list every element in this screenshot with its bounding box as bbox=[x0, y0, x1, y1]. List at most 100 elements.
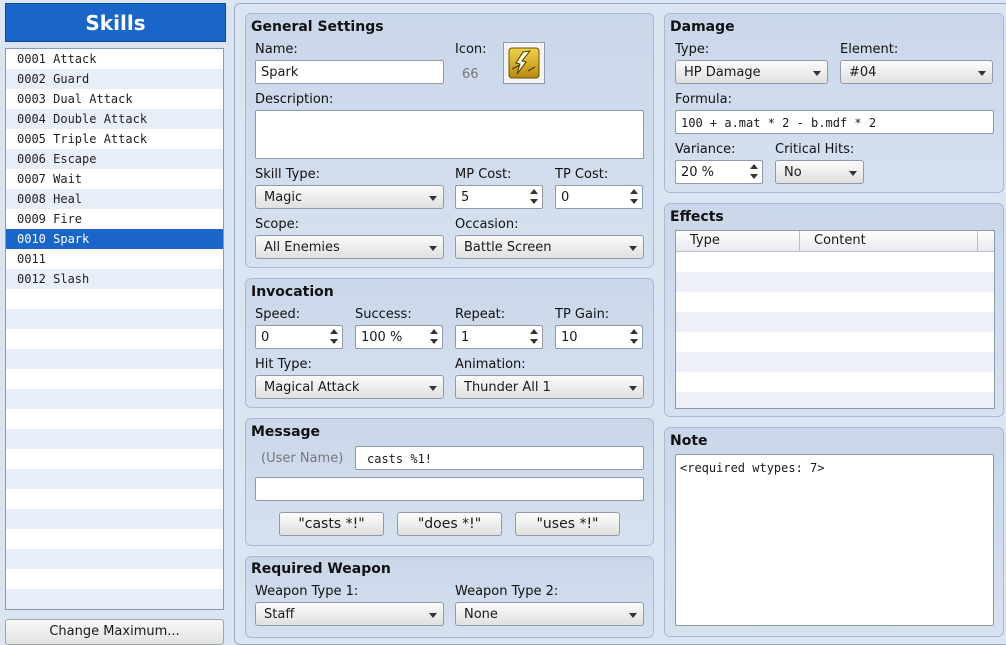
skill-list-item[interactable]: 0005 Triple Attack bbox=[6, 129, 223, 149]
skill-list-item[interactable] bbox=[6, 469, 223, 489]
spin-arrows-icon[interactable] bbox=[430, 329, 438, 345]
note-panel: Note <required wtypes: 7> bbox=[664, 427, 1004, 637]
repeat-value: 1 bbox=[461, 330, 470, 345]
skill-list-item[interactable] bbox=[6, 329, 223, 349]
skill-list-item[interactable]: 0006 Escape bbox=[6, 149, 223, 169]
variance-stepper[interactable]: 20 % bbox=[675, 160, 763, 184]
change-maximum-label: Change Maximum... bbox=[49, 624, 180, 639]
spin-arrows-icon[interactable] bbox=[530, 189, 538, 205]
weapon-type2-select[interactable]: None bbox=[455, 602, 644, 626]
chevron-down-icon bbox=[629, 613, 637, 618]
variance-value: 20 % bbox=[681, 165, 715, 180]
skill-list-item[interactable] bbox=[6, 569, 223, 589]
skill-list-item[interactable] bbox=[6, 289, 223, 309]
casts-button[interactable]: "casts *!" bbox=[279, 512, 384, 536]
skill-list-item[interactable] bbox=[6, 429, 223, 449]
effects-table-row[interactable] bbox=[676, 272, 994, 292]
skill-type-select[interactable]: Magic bbox=[255, 185, 444, 209]
skill-list-item[interactable] bbox=[6, 369, 223, 389]
animation-value: Thunder All 1 bbox=[464, 380, 551, 395]
skill-list-item[interactable] bbox=[6, 529, 223, 549]
message-line1-input[interactable]: casts %1! bbox=[355, 446, 644, 470]
spin-arrows-icon[interactable] bbox=[750, 164, 758, 180]
skill-list-item[interactable] bbox=[6, 309, 223, 329]
skill-list-item[interactable]: 0008 Heal bbox=[6, 189, 223, 209]
effects-table-row[interactable] bbox=[676, 392, 994, 408]
does-button[interactable]: "does *!" bbox=[397, 512, 502, 536]
effects-table-row[interactable] bbox=[676, 332, 994, 352]
user-name-label: (User Name) bbox=[261, 451, 344, 466]
hit-type-value: Magical Attack bbox=[264, 380, 360, 395]
animation-label: Animation: bbox=[455, 357, 526, 372]
hit-type-select[interactable]: Magical Attack bbox=[255, 375, 444, 399]
effects-table-row[interactable] bbox=[676, 312, 994, 332]
repeat-stepper[interactable]: 1 bbox=[455, 325, 543, 349]
effects-table-row[interactable] bbox=[676, 252, 994, 272]
spin-arrows-icon[interactable] bbox=[630, 329, 638, 345]
effects-table[interactable]: Type Content bbox=[675, 230, 995, 409]
spin-arrows-icon[interactable] bbox=[530, 329, 538, 345]
skill-list-item[interactable]: 0003 Dual Attack bbox=[6, 89, 223, 109]
critical-hits-label: Critical Hits: bbox=[775, 142, 855, 157]
message-line2-input[interactable] bbox=[255, 477, 644, 501]
skill-list-item[interactable]: 0007 Wait bbox=[6, 169, 223, 189]
skill-list-item[interactable]: 0012 Slash bbox=[6, 269, 223, 289]
description-input[interactable] bbox=[255, 110, 644, 159]
effects-col-type[interactable]: Type bbox=[676, 231, 800, 251]
spin-arrows-icon[interactable] bbox=[630, 189, 638, 205]
skill-list-item[interactable] bbox=[6, 409, 223, 429]
skill-list-item[interactable] bbox=[6, 589, 223, 609]
skills-header: Skills bbox=[5, 3, 226, 42]
formula-input[interactable]: 100 + a.mat * 2 - b.mdf * 2 bbox=[675, 110, 994, 134]
mp-cost-value: 5 bbox=[461, 190, 470, 205]
effects-table-row[interactable] bbox=[676, 352, 994, 372]
skill-list-item[interactable] bbox=[6, 489, 223, 509]
skill-list[interactable]: 0001 Attack 0002 Guard 0003 Dual Attack 000… bbox=[5, 48, 224, 610]
speed-stepper[interactable]: 0 bbox=[255, 325, 343, 349]
icon-picker[interactable] bbox=[503, 42, 545, 84]
uses-button[interactable]: "uses *!" bbox=[515, 512, 620, 536]
skill-list-item[interactable]: 0002 Guard bbox=[6, 69, 223, 89]
element-value: #04 bbox=[849, 65, 877, 80]
mp-cost-stepper[interactable]: 5 bbox=[455, 185, 543, 209]
animation-select[interactable]: Thunder All 1 bbox=[455, 375, 644, 399]
skill-list-item[interactable] bbox=[6, 509, 223, 529]
critical-hits-select[interactable]: No bbox=[775, 160, 864, 184]
skill-list-item[interactable] bbox=[6, 349, 223, 369]
skill-list-item[interactable] bbox=[6, 549, 223, 569]
damage-type-select[interactable]: HP Damage bbox=[675, 60, 828, 84]
formula-label: Formula: bbox=[675, 92, 732, 107]
name-label: Name: bbox=[255, 42, 298, 57]
weapon-type1-select[interactable]: Staff bbox=[255, 602, 444, 626]
name-input[interactable]: Spark bbox=[255, 60, 444, 84]
spin-arrows-icon[interactable] bbox=[330, 329, 338, 345]
chevron-down-icon bbox=[429, 246, 437, 251]
skill-list-item[interactable]: 0009 Fire bbox=[6, 209, 223, 229]
scope-select[interactable]: All Enemies bbox=[255, 235, 444, 259]
success-stepper[interactable]: 100 % bbox=[355, 325, 443, 349]
effects-table-row[interactable] bbox=[676, 292, 994, 312]
note-textarea[interactable]: <required wtypes: 7> bbox=[675, 454, 994, 626]
element-select[interactable]: #04 bbox=[840, 60, 993, 84]
tp-gain-stepper[interactable]: 10 bbox=[555, 325, 643, 349]
variance-label: Variance: bbox=[675, 142, 736, 157]
tp-gain-label: TP Gain: bbox=[555, 307, 610, 322]
skill-list-item[interactable]: 0004 Double Attack bbox=[6, 109, 223, 129]
occasion-select[interactable]: Battle Screen bbox=[455, 235, 644, 259]
change-maximum-button[interactable]: Change Maximum... bbox=[5, 619, 224, 645]
weapon-type1-value: Staff bbox=[264, 607, 295, 622]
damage-title: Damage bbox=[670, 19, 735, 35]
skill-list-item[interactable]: 0001 Attack bbox=[6, 49, 223, 69]
tp-cost-value: 0 bbox=[561, 190, 570, 205]
effects-col-content[interactable]: Content bbox=[800, 231, 978, 251]
effects-table-row[interactable] bbox=[676, 372, 994, 392]
skill-list-item[interactable]: 0011 bbox=[6, 249, 223, 269]
effects-title: Effects bbox=[670, 209, 724, 225]
skill-list-item[interactable]: 0010 Spark bbox=[6, 229, 223, 249]
tp-cost-stepper[interactable]: 0 bbox=[555, 185, 643, 209]
skill-list-item[interactable] bbox=[6, 449, 223, 469]
invocation-title: Invocation bbox=[251, 284, 334, 300]
hit-type-label: Hit Type: bbox=[255, 357, 312, 372]
damage-type-label: Type: bbox=[675, 42, 710, 57]
skill-list-item[interactable] bbox=[6, 389, 223, 409]
